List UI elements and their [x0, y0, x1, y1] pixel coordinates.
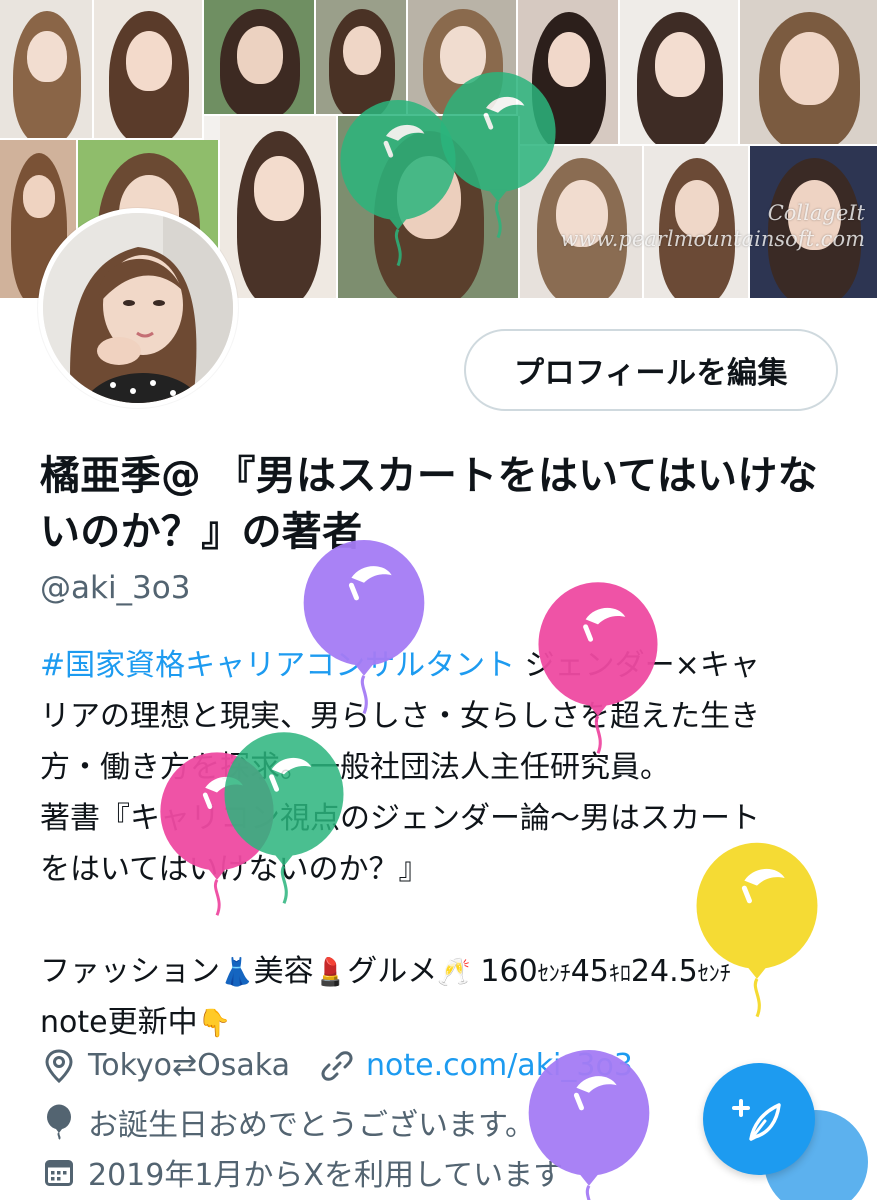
bio-weight: 45: [570, 954, 609, 989]
profile-avatar[interactable]: [38, 208, 238, 408]
profile-meta-birthday: お誕生日おめでとうございます。: [44, 1100, 535, 1144]
party-balloon-icon: [303, 540, 425, 715]
avatar-photo: [43, 213, 233, 403]
location-pin-icon: [45, 1048, 73, 1083]
birthday-text: お誕生日おめでとうございます。: [88, 1108, 535, 1143]
bio-height: 160: [480, 954, 538, 989]
watermark-line-1: CollageIt: [767, 201, 865, 225]
party-balloon-icon: [440, 72, 556, 239]
banner-photo-tile: [220, 116, 338, 300]
location-text: Tokyo⇄Osaka: [88, 1048, 290, 1083]
bio-text: グルメ: [347, 954, 438, 989]
banner-photo-tile: [0, 0, 94, 140]
party-balloon-icon: [528, 1050, 650, 1200]
banner-photo-tile: [620, 0, 740, 146]
user-handle: @aki_3o3: [40, 570, 191, 606]
cheers-emoji-icon: 🥂: [437, 957, 471, 988]
banner-photo-tile: [204, 0, 316, 116]
bio-text: リアの理想と現実、男らしさ・女らしさを超えた生き: [40, 699, 760, 734]
lipstick-emoji-icon: 💄: [313, 957, 348, 988]
bio-text: note更新中: [40, 1005, 198, 1040]
pointing-down-emoji-icon: 👇: [197, 1008, 232, 1039]
bio-foot: 24.5: [630, 954, 698, 989]
bio-text: ファッション: [40, 954, 220, 989]
balloon-icon: [47, 1104, 71, 1140]
link-icon: [321, 1050, 353, 1081]
banner-watermark: CollageIt www.pearlmountainsoft.com: [560, 200, 865, 252]
banner-photo-tile: [316, 0, 408, 116]
party-balloon-icon: [696, 842, 818, 1018]
watermark-line-2: www.pearlmountainsoft.com: [560, 227, 865, 251]
dress-emoji-icon: 👗: [220, 957, 254, 988]
compose-icon: [732, 1099, 781, 1141]
party-balloon-icon: [538, 582, 658, 754]
bio-unit: ｷﾛ: [608, 962, 631, 987]
calendar-icon: [45, 1160, 73, 1186]
profile-meta-joined: 2019年1月からXを利用しています: [44, 1150, 563, 1194]
bio-text: 美容: [253, 954, 314, 989]
compose-tweet-button[interactable]: [703, 1063, 815, 1175]
joined-date-text: 2019年1月からXを利用しています: [88, 1158, 564, 1193]
edit-profile-button[interactable]: プロフィールを編集: [464, 329, 838, 411]
bio-unit: ｾﾝﾁ: [537, 962, 571, 987]
banner-photo-tile: [94, 0, 204, 140]
party-balloon-icon: [224, 732, 344, 904]
bio-hashtag-link[interactable]: #国家資格キャリアコンサルタント: [40, 648, 515, 683]
display-name: 橘亜季@ 『男はスカートをはいてはいけないのか？』の著者: [40, 453, 818, 555]
banner-photo-tile: [740, 0, 879, 146]
